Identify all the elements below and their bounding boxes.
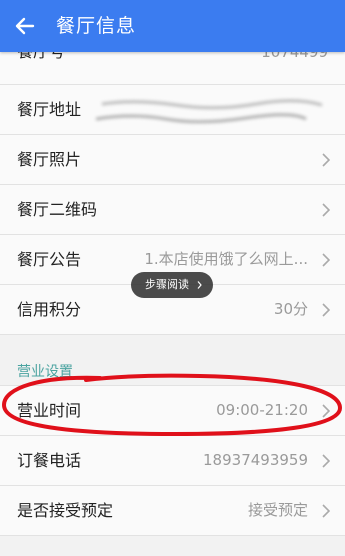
chevron-right-icon [322,203,330,217]
row-order-phone[interactable]: 订餐电话 18937493959 [0,436,345,486]
page-title: 餐厅信息 [56,15,137,37]
step-reading-toast[interactable]: 步骤阅读 [131,272,213,298]
row-business-hours[interactable]: 营业时间 09:00-21:20 [0,386,345,436]
chevron-right-icon [322,253,330,267]
row-label: 订餐电话 [17,451,82,470]
app-bar: 餐厅信息 [0,0,345,52]
row-label: 餐厅地址 [17,100,82,119]
row-label: 餐厅公告 [17,250,82,269]
chevron-right-icon [322,404,330,418]
row-label: 餐厅二维码 [17,200,98,219]
row-restaurant-qrcode[interactable]: 餐厅二维码 [0,185,345,235]
chevron-right-icon [322,504,330,518]
row-restaurant-photos[interactable]: 餐厅照片 [0,135,345,185]
chevron-right-icon [322,303,330,317]
chevron-right-icon [322,454,330,468]
row-label: 餐厅照片 [17,150,82,169]
toast-label: 步骤阅读 [145,278,189,291]
address-redacted [96,95,326,127]
credit-score-value: 30分 [273,300,308,318]
row-restaurant-address[interactable]: 餐厅地址 [0,85,345,135]
section-title: 营业设置 [17,364,73,380]
chevron-right-icon [197,281,202,289]
business-hours-value: 09:00-21:20 [216,401,308,419]
chevron-right-icon [322,153,330,167]
row-label: 营业时间 [17,401,82,420]
row-label: 信用积分 [17,300,82,319]
arrow-left-icon[interactable] [12,13,38,39]
accept-reservation-value: 接受预定 [247,501,308,519]
row-label: 是否接受预定 [17,501,114,520]
row-accept-reservation[interactable]: 是否接受预定 接受预定 [0,486,345,536]
section-header: 营业设置 [0,335,345,386]
order-phone-value: 18937493959 [203,451,308,469]
